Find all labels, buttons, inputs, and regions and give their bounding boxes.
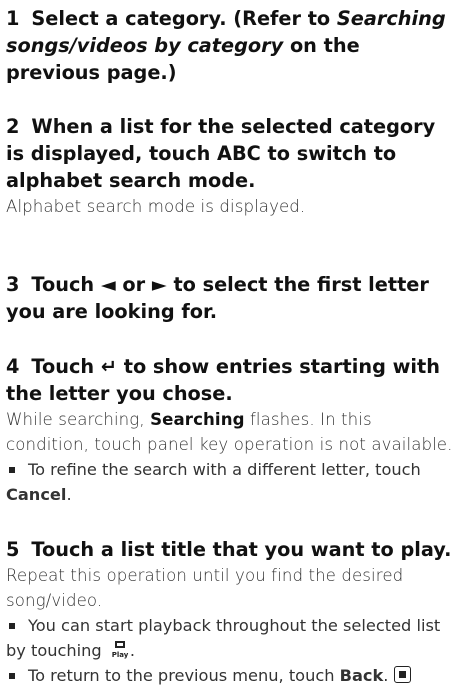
step-5-description: Repeat this operation until you find the… xyxy=(6,566,404,610)
step-1: 1 Select a category. (Refer to Searching … xyxy=(6,5,458,86)
step-5-bullet-1-end: . xyxy=(129,641,136,660)
bullet-square-icon xyxy=(9,466,15,473)
left-arrow-icon: ◄ xyxy=(100,273,116,296)
step-5-bullet-1-text: You can start playback throughout the se… xyxy=(6,616,441,660)
stop-icon xyxy=(394,666,412,683)
step-1-heading: 1 Select a category. (Refer to Searching … xyxy=(6,5,458,86)
step-2-heading: 2 When a list for the selected category i… xyxy=(6,113,458,194)
step-number: 3 xyxy=(6,273,20,296)
cancel-label: Cancel xyxy=(6,485,67,504)
bullet-square-icon xyxy=(9,672,15,679)
step-5-heading: 5 Touch a list title that you want to pla… xyxy=(6,536,458,563)
step-5-bullet-2-end: . xyxy=(383,666,389,685)
step-5-heading-text: Touch a list title that you want to play… xyxy=(31,538,452,561)
step-4-bullet-text: To refine the search with a different le… xyxy=(28,460,421,479)
step-number: 2 xyxy=(6,115,20,138)
step-2: 2 When a list for the selected category i… xyxy=(6,113,458,219)
step-number: 5 xyxy=(6,538,20,561)
play-icon-label: Play xyxy=(112,651,129,659)
step-number: 1 xyxy=(6,7,20,30)
step-5-bullet-1: You can start playback throughout the se… xyxy=(6,613,458,663)
step-3: 3 Touch ◄ or ► to select the first letter… xyxy=(6,271,458,325)
step-3-or: or xyxy=(122,273,146,296)
step-number: 4 xyxy=(6,355,20,378)
step-2-heading-text: When a list for the selected category is… xyxy=(6,115,436,192)
step-5-bullet-2: To return to the previous menu, touch Ba… xyxy=(6,663,458,688)
step-2-description: Alphabet search mode is displayed. xyxy=(6,197,306,216)
back-label: Back xyxy=(339,666,384,685)
play-icon: Play xyxy=(112,641,129,659)
step-4-bullet-end: . xyxy=(66,485,72,504)
step-3-heading-text: Touch xyxy=(31,273,95,296)
searching-label: Searching xyxy=(150,410,245,429)
step-3-heading: 3 Touch ◄ or ► to select the first letter… xyxy=(6,271,458,325)
step-5-bullet-2-text: To return to the previous menu, touch xyxy=(28,666,335,685)
step-4-heading: 4 Touch ↵ to show entries starting with t… xyxy=(6,353,458,407)
manual-page: 1 Select a category. (Refer to Searching … xyxy=(0,0,460,694)
step-4-description: While searching, Searching flashes. In t… xyxy=(6,407,458,457)
step-4-bullet: To refine the search with a different le… xyxy=(6,457,458,507)
right-arrow-icon: ► xyxy=(151,273,167,296)
step-4-heading-text: Touch xyxy=(31,355,95,378)
step-1-heading-text: Select a category. (Refer to xyxy=(31,7,331,30)
bullet-square-icon xyxy=(9,622,15,629)
step-5: 5 Touch a list title that you want to pla… xyxy=(6,536,458,688)
step-4: 4 Touch ↵ to show entries starting with t… xyxy=(6,353,458,507)
step-4-desc-text: While searching, xyxy=(6,410,145,429)
enter-icon: ↵ xyxy=(100,355,118,378)
